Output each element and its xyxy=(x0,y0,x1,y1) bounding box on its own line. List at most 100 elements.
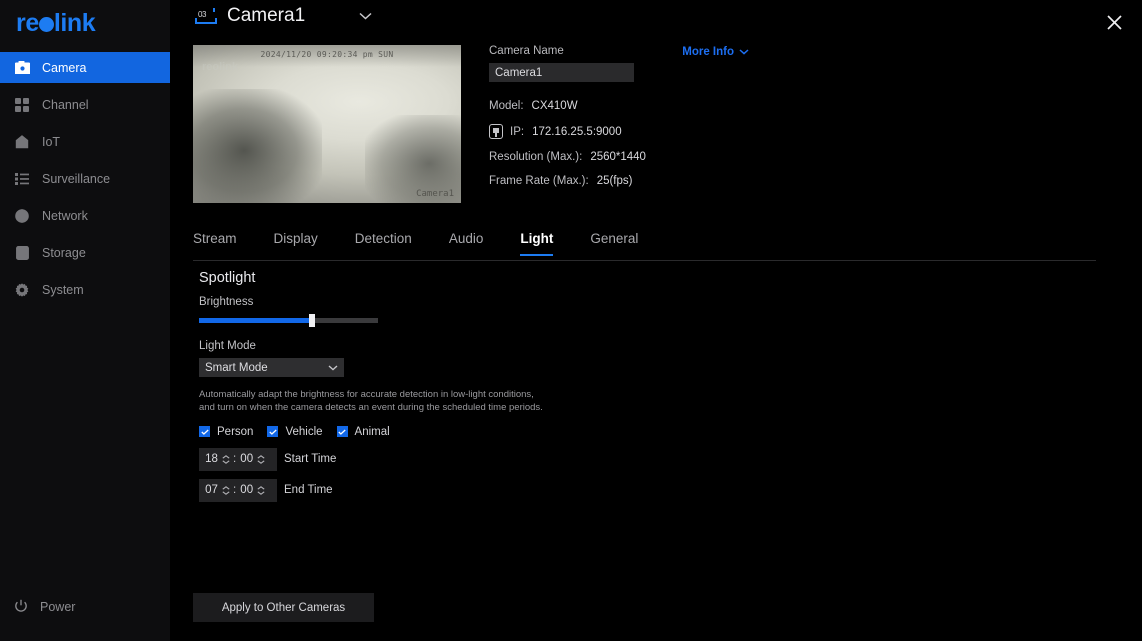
spec-ip: IP: 172.16.25.5:9000 xyxy=(489,124,909,139)
spec-value: 172.16.25.5:9000 xyxy=(532,125,622,138)
end-minute-stepper[interactable] xyxy=(255,481,266,499)
section-title-spotlight: Spotlight xyxy=(199,270,256,286)
camera-preview[interactable]: 2024/11/20 09:20:34 pm SUN reolink Camer… xyxy=(193,45,461,203)
spec-key: Resolution (Max.): xyxy=(489,151,583,163)
light-mode-selected-value: Smart Mode xyxy=(205,361,268,374)
sidebar-item-label: Surveillance xyxy=(42,172,111,186)
start-time-row: 18 : 00 Start Time xyxy=(199,447,899,471)
sidebar-item-label: Channel xyxy=(42,98,89,112)
checkbox-person[interactable] xyxy=(199,426,210,438)
checkbox-person-label: Person xyxy=(217,425,254,438)
sidebar-item-label: Power xyxy=(40,600,76,614)
chevron-down-icon xyxy=(328,362,338,374)
end-hour-stepper[interactable] xyxy=(220,481,231,499)
tab-audio[interactable]: Audio xyxy=(449,231,484,255)
power-icon xyxy=(14,599,28,616)
header: 03 Camera1 xyxy=(170,0,1142,44)
sidebar-item-label: System xyxy=(42,283,84,297)
spec-value: 2560*1440 xyxy=(590,151,646,163)
sidebar-item-iot[interactable]: IoT xyxy=(0,127,170,157)
chevron-down-icon xyxy=(739,46,749,58)
tab-light[interactable]: Light xyxy=(520,231,554,256)
sidebar-item-power[interactable]: Power xyxy=(0,593,170,621)
camera-icon xyxy=(14,60,30,76)
apply-to-other-cameras-button[interactable]: Apply to Other Cameras xyxy=(193,593,374,622)
more-info-label: More Info xyxy=(682,46,734,58)
sidebar-item-label: Network xyxy=(42,209,88,223)
checkbox-vehicle-label: Vehicle xyxy=(285,425,323,438)
list-icon xyxy=(14,171,30,187)
brand-logo-text: re link xyxy=(16,8,96,37)
light-mode-description: Automatically adapt the brightness for a… xyxy=(199,389,543,414)
detection-types-row: Person Vehicle Animal xyxy=(199,426,899,438)
time-separator: : xyxy=(233,484,237,497)
spec-value: 25(fps) xyxy=(596,175,633,187)
home-sensor-icon xyxy=(14,134,30,150)
chevron-down-icon[interactable] xyxy=(359,7,372,25)
globe-icon xyxy=(14,208,30,224)
sidebar-item-label: IoT xyxy=(42,135,61,149)
sidebar-item-system[interactable]: System xyxy=(0,275,170,305)
camera-selector[interactable]: 03 Camera1 xyxy=(195,5,372,27)
start-minute-stepper[interactable] xyxy=(255,450,266,468)
time-separator: : xyxy=(233,453,237,466)
start-time-minute: 00 xyxy=(240,453,254,466)
sidebar-nav: Camera Channel IoT Surveillance Network … xyxy=(0,52,170,305)
sidebar-item-storage[interactable]: Storage xyxy=(0,238,170,268)
checkbox-vehicle[interactable] xyxy=(267,426,279,438)
page-title: Camera1 xyxy=(227,5,306,26)
preview-shadow-left xyxy=(193,89,322,203)
camera-info: Camera Name More Info Model: CX410W IP: … xyxy=(489,45,909,187)
brand-logo-dot xyxy=(38,16,54,32)
checkbox-animal-label: Animal xyxy=(354,425,390,438)
spec-key: Frame Rate (Max.): xyxy=(489,175,589,187)
tab-detection[interactable]: Detection xyxy=(355,231,412,255)
start-time-label: Start Time xyxy=(284,453,337,466)
gear-icon xyxy=(14,282,30,298)
end-time-hour: 07 xyxy=(205,484,218,497)
end-time-label: End Time xyxy=(284,484,333,497)
start-time-input[interactable]: 18 : 00 xyxy=(199,447,277,471)
tab-display[interactable]: Display xyxy=(274,231,318,255)
checkbox-animal[interactable] xyxy=(336,426,348,438)
sidebar-item-network[interactable]: Network xyxy=(0,201,170,231)
spec-framerate: Frame Rate (Max.): 25(fps) xyxy=(489,175,909,187)
preview-timestamp: 2024/11/20 09:20:34 pm SUN xyxy=(260,50,394,59)
end-time-minute: 00 xyxy=(240,484,254,497)
more-info-link[interactable]: More Info xyxy=(682,46,749,58)
settings-tabs: Stream Display Detection Audio Light Gen… xyxy=(193,231,1096,261)
spec-value: CX410W xyxy=(531,100,578,112)
light-settings-panel: Spotlight Brightness Light Mode Smart Mo… xyxy=(199,270,899,510)
spec-key: IP: xyxy=(510,125,525,138)
preview-channel-label: Camera1 xyxy=(416,189,454,199)
sidebar-item-camera[interactable]: Camera xyxy=(0,52,170,83)
tab-general[interactable]: General xyxy=(590,231,638,255)
grid-icon xyxy=(14,97,30,113)
light-mode-label: Light Mode xyxy=(199,340,256,352)
light-mode-select[interactable]: Smart Mode xyxy=(199,358,344,377)
slider-fill xyxy=(199,318,312,323)
preview-watermark: reolink xyxy=(202,61,239,73)
sidebar: re link Camera Channel IoT Surveillance … xyxy=(0,0,170,641)
camera-name-input[interactable] xyxy=(489,63,634,82)
sidebar-item-channel[interactable]: Channel xyxy=(0,90,170,120)
end-time-row: 07 : 00 End Time xyxy=(199,478,899,502)
spec-key: Model: xyxy=(489,100,524,112)
spec-resolution: Resolution (Max.): 2560*1440 xyxy=(489,151,909,163)
spec-model: Model: CX410W xyxy=(489,100,909,112)
app-window: re link Camera Channel IoT Surveillance … xyxy=(0,0,1142,641)
tab-stream[interactable]: Stream xyxy=(193,231,237,255)
channel-number-icon: 03 xyxy=(195,6,217,26)
brightness-slider[interactable] xyxy=(199,314,378,327)
sidebar-item-label: Storage xyxy=(42,246,86,260)
sidebar-item-label: Camera xyxy=(42,60,87,75)
sidebar-item-surveillance[interactable]: Surveillance xyxy=(0,164,170,194)
device-ip-icon xyxy=(489,124,503,139)
end-time-input[interactable]: 07 : 00 xyxy=(199,478,277,502)
start-hour-stepper[interactable] xyxy=(220,450,231,468)
close-icon[interactable] xyxy=(1104,12,1124,32)
hdd-icon xyxy=(14,245,30,261)
brand-logo: re link xyxy=(0,0,170,46)
start-time-hour: 18 xyxy=(205,453,218,466)
slider-handle[interactable] xyxy=(308,314,315,327)
